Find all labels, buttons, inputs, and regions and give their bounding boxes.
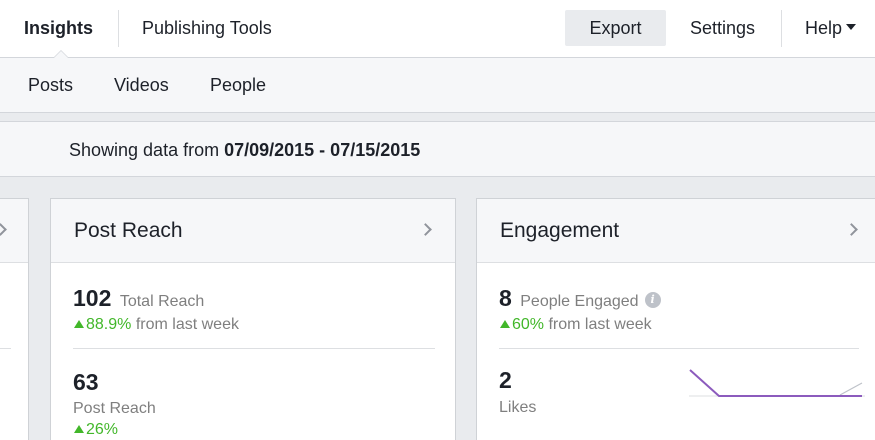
date-range-text: Showing data from 07/09/2015 - 07/15/201…: [69, 122, 420, 178]
export-button[interactable]: Export: [565, 10, 666, 46]
engagement-card: Engagement 8 People Engaged i 60% from la…: [476, 198, 875, 440]
people-engaged-change-value: 60%: [512, 316, 545, 333]
triangle-up-icon: [500, 320, 510, 328]
metric-divider: [73, 348, 435, 349]
tab-publishing-tools[interactable]: Publishing Tools: [142, 0, 272, 57]
likes-metric: 2: [499, 367, 512, 394]
total-reach-metric: 102 Total Reach: [73, 285, 204, 312]
sparkline-comparison-line: [839, 382, 863, 396]
people-engaged-label: People Engaged: [520, 293, 639, 310]
date-range-prefix: Showing data from: [69, 140, 225, 160]
subnav-item-videos[interactable]: Videos: [114, 58, 169, 112]
likes-sparkline: [689, 369, 865, 397]
people-engaged-change-suffix: from last week: [544, 316, 652, 333]
people-engaged-metric: 8 People Engaged i: [499, 285, 661, 312]
help-menu[interactable]: Help: [805, 0, 857, 57]
people-engaged-change: 60% from last week: [500, 316, 652, 334]
likes-value: 2: [499, 367, 512, 393]
tab-insights[interactable]: Insights: [24, 0, 93, 57]
chevron-right-icon[interactable]: [845, 223, 858, 236]
subnav-item-posts[interactable]: Posts: [28, 58, 73, 112]
post-reach-label: Post Reach: [73, 400, 156, 417]
caret-down-icon: [846, 24, 857, 31]
post-reach-value: 63: [73, 369, 99, 395]
chevron-right-icon[interactable]: [419, 223, 432, 236]
people-engaged-value: 8: [499, 285, 512, 311]
subnav-item-people[interactable]: People: [210, 58, 266, 112]
help-divider: [781, 10, 782, 47]
insights-subnav: Posts Videos People: [0, 58, 875, 113]
total-reach-label: Total Reach: [119, 293, 205, 310]
post-reach-header[interactable]: Post Reach: [51, 199, 455, 263]
chevron-right-icon[interactable]: [0, 223, 7, 236]
likes-label: Likes: [499, 399, 537, 416]
post-reach-change: 26%: [74, 421, 118, 439]
triangle-up-icon: [74, 320, 84, 328]
date-range-value: 07/09/2015 - 07/15/2015: [224, 140, 421, 160]
total-reach-value: 102: [73, 285, 112, 311]
post-reach-metric: 63: [73, 369, 99, 396]
help-label: Help: [805, 18, 843, 38]
previous-card-partial: [0, 198, 29, 440]
date-range-bar: Showing data from 07/09/2015 - 07/15/201…: [0, 121, 875, 177]
total-reach-change-suffix: from last week: [131, 316, 239, 333]
settings-link[interactable]: Settings: [690, 0, 755, 57]
post-reach-change-value: 26%: [86, 421, 119, 438]
total-reach-change: 88.9% from last week: [74, 316, 239, 334]
previous-card-header: [0, 199, 28, 263]
info-icon[interactable]: i: [644, 291, 661, 308]
top-navigation-bar: Insights Publishing Tools Export Setting…: [0, 0, 875, 58]
active-tab-indicator: [53, 50, 69, 58]
post-reach-card: Post Reach 102 Total Reach 88.9% from la…: [50, 198, 456, 440]
metric-divider: [499, 348, 859, 349]
total-reach-change-value: 88.9%: [86, 316, 132, 333]
tab-divider: [118, 10, 119, 47]
post-reach-title: Post Reach: [74, 219, 183, 242]
sparkline-likes-line: [689, 369, 862, 397]
engagement-header[interactable]: Engagement: [477, 199, 875, 263]
triangle-up-icon: [74, 425, 84, 433]
divider: [0, 348, 11, 349]
engagement-title: Engagement: [500, 219, 620, 242]
